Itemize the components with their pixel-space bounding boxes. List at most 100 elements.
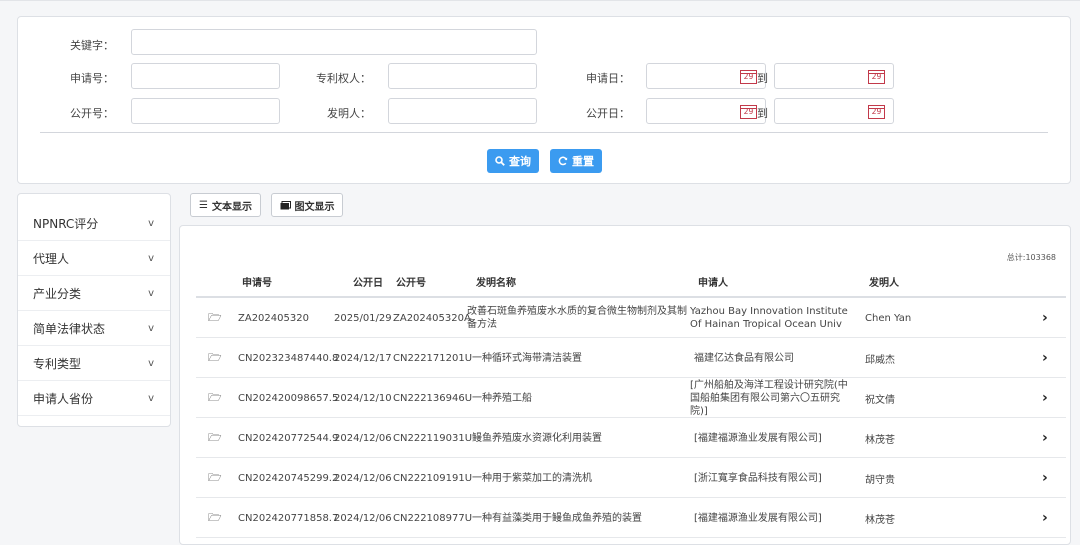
folder-icon[interactable]: 🗁 [208,338,222,378]
folder-icon[interactable]: 🗁 [208,458,222,498]
filter-item-industry[interactable]: 产业分类 v [18,276,170,311]
cell-pub-no: CN222136946U [393,392,473,404]
cell-pub-no: CN222108977U [393,512,473,524]
calendar-icon[interactable]: 29 [740,105,757,119]
filter-label: 产业分类 [33,286,82,301]
table-row[interactable]: 🗁 CN202420098657.5 2024/12/10 CN22213694… [196,378,1066,418]
calendar-icon[interactable]: 29 [868,70,885,84]
chevron-down-icon: v [148,287,154,299]
folder-icon[interactable]: 🗁 [208,298,222,338]
folder-icon[interactable]: 🗁 [208,498,222,538]
cell-pub-date: 2024/12/06 [334,432,392,444]
cell-inventor: 邱威杰 [865,354,895,366]
cell-app-no: CN202420772544.9 [238,432,339,444]
image-icon [280,200,291,209]
cell-applicant: [福建福源渔业发展有限公司] [694,512,822,524]
filter-label: NPNRC评分 [33,216,99,231]
app-no-label: 申请号： [70,72,114,85]
search-icon [495,156,505,166]
cell-title[interactable]: 一种有益藻类用于鳗鱼成鱼养殖的装置 [472,498,687,538]
text-view-label: 文本显示 [211,201,252,213]
to-label: 到 [757,107,768,120]
cell-app-no: CN202420745299.2 [238,472,339,484]
app-date-start-input[interactable]: 29 [646,63,766,89]
top-divider [0,0,1080,1]
filter-item-agent[interactable]: 代理人 v [18,241,170,276]
chevron-right-icon[interactable]: › [1042,378,1048,418]
cell-title[interactable]: 鳗鱼养殖废水资源化利用装置 [472,418,687,458]
cell-inventor: 林茂苍 [865,514,895,526]
chevron-down-icon: v [148,322,154,334]
folder-icon[interactable]: 🗁 [208,378,222,418]
filter-sidebar: NPNRC评分 v 代理人 v 产业分类 v 简单法律状态 v 专利类型 v 申请人省份 v [17,193,171,427]
reset-button[interactable]: 重置 [550,149,602,173]
image-view-button[interactable]: 图文显示 [271,193,343,217]
chevron-right-icon[interactable]: › [1042,338,1048,378]
folder-icon[interactable]: 🗁 [208,418,222,458]
table-row[interactable]: 🗁 CN202323487440.8 2024/12/17 CN22217120… [196,338,1066,378]
app-no-input[interactable] [131,63,280,89]
inventor-label: 发明人： [327,107,371,120]
cell-applicant: [浙江寬享食品科技有限公司] [694,472,822,484]
cell-applicant: 福建亿达食品有限公司 [694,352,794,364]
table-row[interactable]: 🗁 CN202420771858.7 2024/12/06 CN22210897… [196,498,1066,538]
cell-pub-date: 2024/12/06 [334,472,392,484]
cell-title[interactable]: 一种用于紫菜加工的清洗机 [472,458,687,498]
reset-button-label: 重置 [572,155,594,168]
cell-applicant: [福建福源渔业发展有限公司] [694,432,822,444]
to-label: 到 [757,72,768,85]
pub-no-label: 公开号： [70,107,114,120]
calendar-icon[interactable]: 29 [740,70,757,84]
cell-pub-date: 2024/12/10 [334,392,392,404]
cell-app-no: ZA202405320 [238,312,309,324]
keyword-label: 关键字： [70,39,114,52]
chevron-down-icon: v [148,357,154,369]
filter-item-province[interactable]: 申请人省份 v [18,381,170,416]
cell-pub-no: CN222119031U [393,432,473,444]
pub-date-end-input[interactable]: 29 [774,98,894,124]
cell-applicant: Yazhou Bay Innovation Institute Of Haina… [690,306,848,330]
cell-applicant: [广州船舶及海洋工程设计研究院(中国船舶集团有限公司第六〇五研究院)] [690,379,848,417]
app-date-end-input[interactable]: 29 [774,63,894,89]
cell-inventor: 祝文倩 [865,394,895,406]
cell-inventor: 胡守贵 [865,474,895,486]
cell-pub-no: CN222109191U [393,472,473,484]
chevron-right-icon[interactable]: › [1042,298,1048,338]
results-panel: 总计:103368 申请号 公开日 公开号 发明名称 申请人 发明人 🗁 ZA2… [179,225,1071,545]
chevron-right-icon[interactable]: › [1042,498,1048,538]
total-count: 总计:103368 [1006,253,1056,262]
cell-pub-date: 2024/12/06 [334,512,392,524]
keyword-input[interactable] [131,29,537,55]
chevron-right-icon[interactable]: › [1042,458,1048,498]
table-row[interactable]: 🗁 CN202420745299.2 2024/12/06 CN22210919… [196,458,1066,498]
query-button[interactable]: 查询 [487,149,539,173]
header-app-no: 申请号 [242,278,272,289]
cell-title[interactable]: 一种循环式海带清洁装置 [472,338,687,378]
cell-title[interactable]: 一种养殖工船 [472,378,687,418]
text-view-button[interactable]: ☰ 文本显示 [190,193,261,217]
patentee-input[interactable] [388,63,537,89]
filter-item-score[interactable]: NPNRC评分 v [18,206,170,241]
inventor-input[interactable] [388,98,537,124]
patentee-label: 专利权人： [316,72,371,85]
pub-date-label: 公开日： [586,107,630,120]
header-pub-date: 公开日 [353,278,383,289]
filter-item-legal-status[interactable]: 简单法律状态 v [18,311,170,346]
list-icon: ☰ [199,199,208,211]
header-inventor: 发明人 [869,278,899,289]
chevron-down-icon: v [148,252,154,264]
image-view-label: 图文显示 [294,201,335,213]
calendar-icon[interactable]: 29 [868,105,885,119]
filter-item-patent-type[interactable]: 专利类型 v [18,346,170,381]
filter-label: 简单法律状态 [33,321,106,336]
chevron-right-icon[interactable]: › [1042,418,1048,458]
cell-title[interactable]: 改善石斑鱼养殖废水水质的复合微生物制剂及其制备方法 [467,298,687,338]
table-row[interactable]: 🗁 ZA202405320 2025/01/29 ZA202405320A 改善… [196,298,1066,338]
app-date-label: 申请日： [586,72,630,85]
pub-date-start-input[interactable]: 29 [646,98,766,124]
pub-no-input[interactable] [131,98,280,124]
query-button-label: 查询 [509,155,531,168]
table-row[interactable]: 🗁 CN202420772544.9 2024/12/06 CN22211903… [196,418,1066,458]
cell-pub-no: ZA202405320A [393,312,471,324]
chevron-down-icon: v [148,217,154,229]
